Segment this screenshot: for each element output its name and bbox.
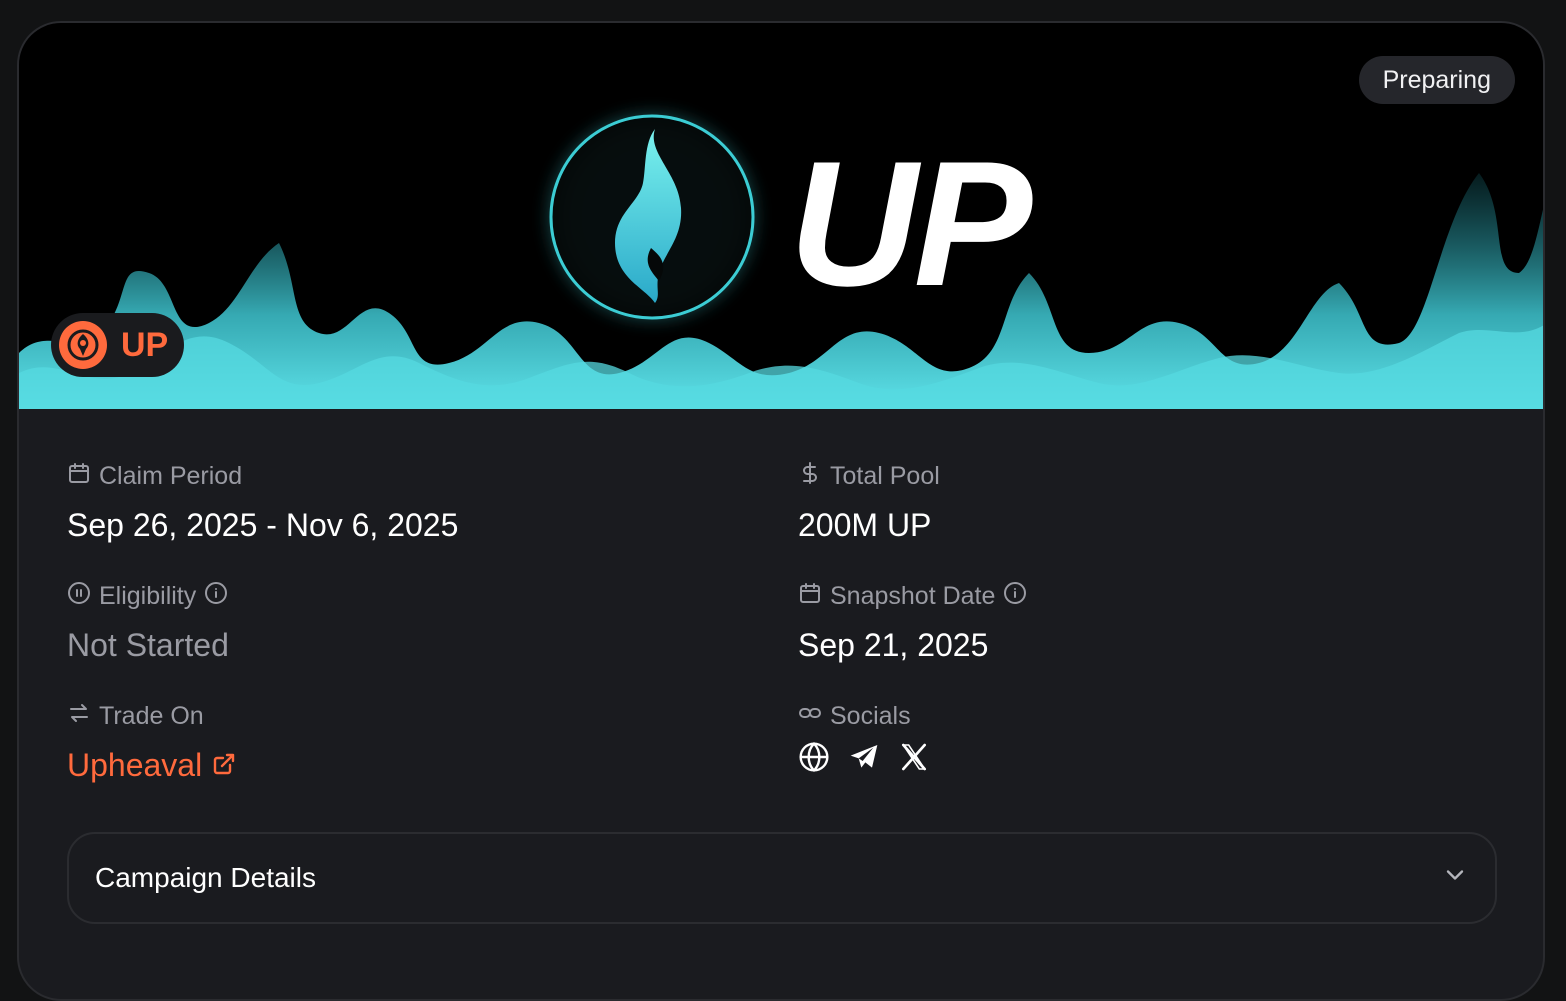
trade-on-label: Trade On	[99, 701, 204, 730]
flame-banner-art: UP	[19, 105, 1543, 409]
status-badge: Preparing	[1358, 56, 1515, 104]
campaign-details-accordion[interactable]: Campaign Details	[67, 832, 1497, 924]
link-icon	[798, 701, 822, 732]
socials-field: Socials	[798, 701, 930, 773]
trade-on-link[interactable]: Upheaval	[67, 745, 236, 785]
calendar-icon	[67, 461, 91, 492]
pause-circle-icon	[67, 581, 91, 612]
swap-arrows-icon	[67, 701, 91, 732]
token-symbol: UP	[121, 325, 169, 364]
snapshot-date-value: Sep 21, 2025	[798, 627, 989, 663]
eligibility-value: Not Started	[67, 627, 229, 663]
info-icon[interactable]	[1003, 581, 1027, 612]
info-icon[interactable]	[204, 581, 228, 612]
campaign-details-label: Campaign Details	[95, 862, 316, 893]
total-pool-label: Total Pool	[830, 461, 940, 490]
total-pool-field: Total Pool 200M UP	[798, 461, 940, 545]
claim-period-label: Claim Period	[99, 461, 243, 490]
eligibility-field: Eligibility Not Started	[67, 581, 229, 665]
x-icon[interactable]	[898, 741, 930, 773]
token-chip: UP	[51, 313, 185, 377]
external-link-icon[interactable]	[212, 745, 236, 785]
telegram-icon[interactable]	[848, 741, 880, 773]
socials-label: Socials	[830, 701, 911, 730]
token-logo-icon	[59, 321, 107, 369]
trade-on-field: Trade On Upheaval	[67, 701, 236, 785]
claim-period-field: Claim Period Sep 26, 2025 - Nov 6, 2025	[67, 461, 458, 545]
trade-on-value[interactable]: Upheaval	[67, 745, 202, 785]
banner-title: UP	[789, 124, 1033, 323]
total-pool-value: 200M UP	[798, 507, 932, 543]
banner: UP Preparing UP	[19, 23, 1543, 409]
dollar-icon	[798, 461, 822, 492]
airdrop-card: UP Preparing UP Claim Period Sep 26, 202…	[17, 21, 1545, 1001]
calendar-icon	[798, 581, 822, 612]
snapshot-date-label: Snapshot Date	[830, 581, 996, 610]
eligibility-label: Eligibility	[99, 581, 197, 610]
chevron-down-icon[interactable]	[1441, 861, 1469, 896]
globe-icon[interactable]	[798, 741, 830, 773]
claim-period-value: Sep 26, 2025 - Nov 6, 2025	[67, 507, 459, 543]
snapshot-date-field: Snapshot Date Sep 21, 2025	[798, 581, 1027, 665]
social-links	[798, 741, 930, 773]
